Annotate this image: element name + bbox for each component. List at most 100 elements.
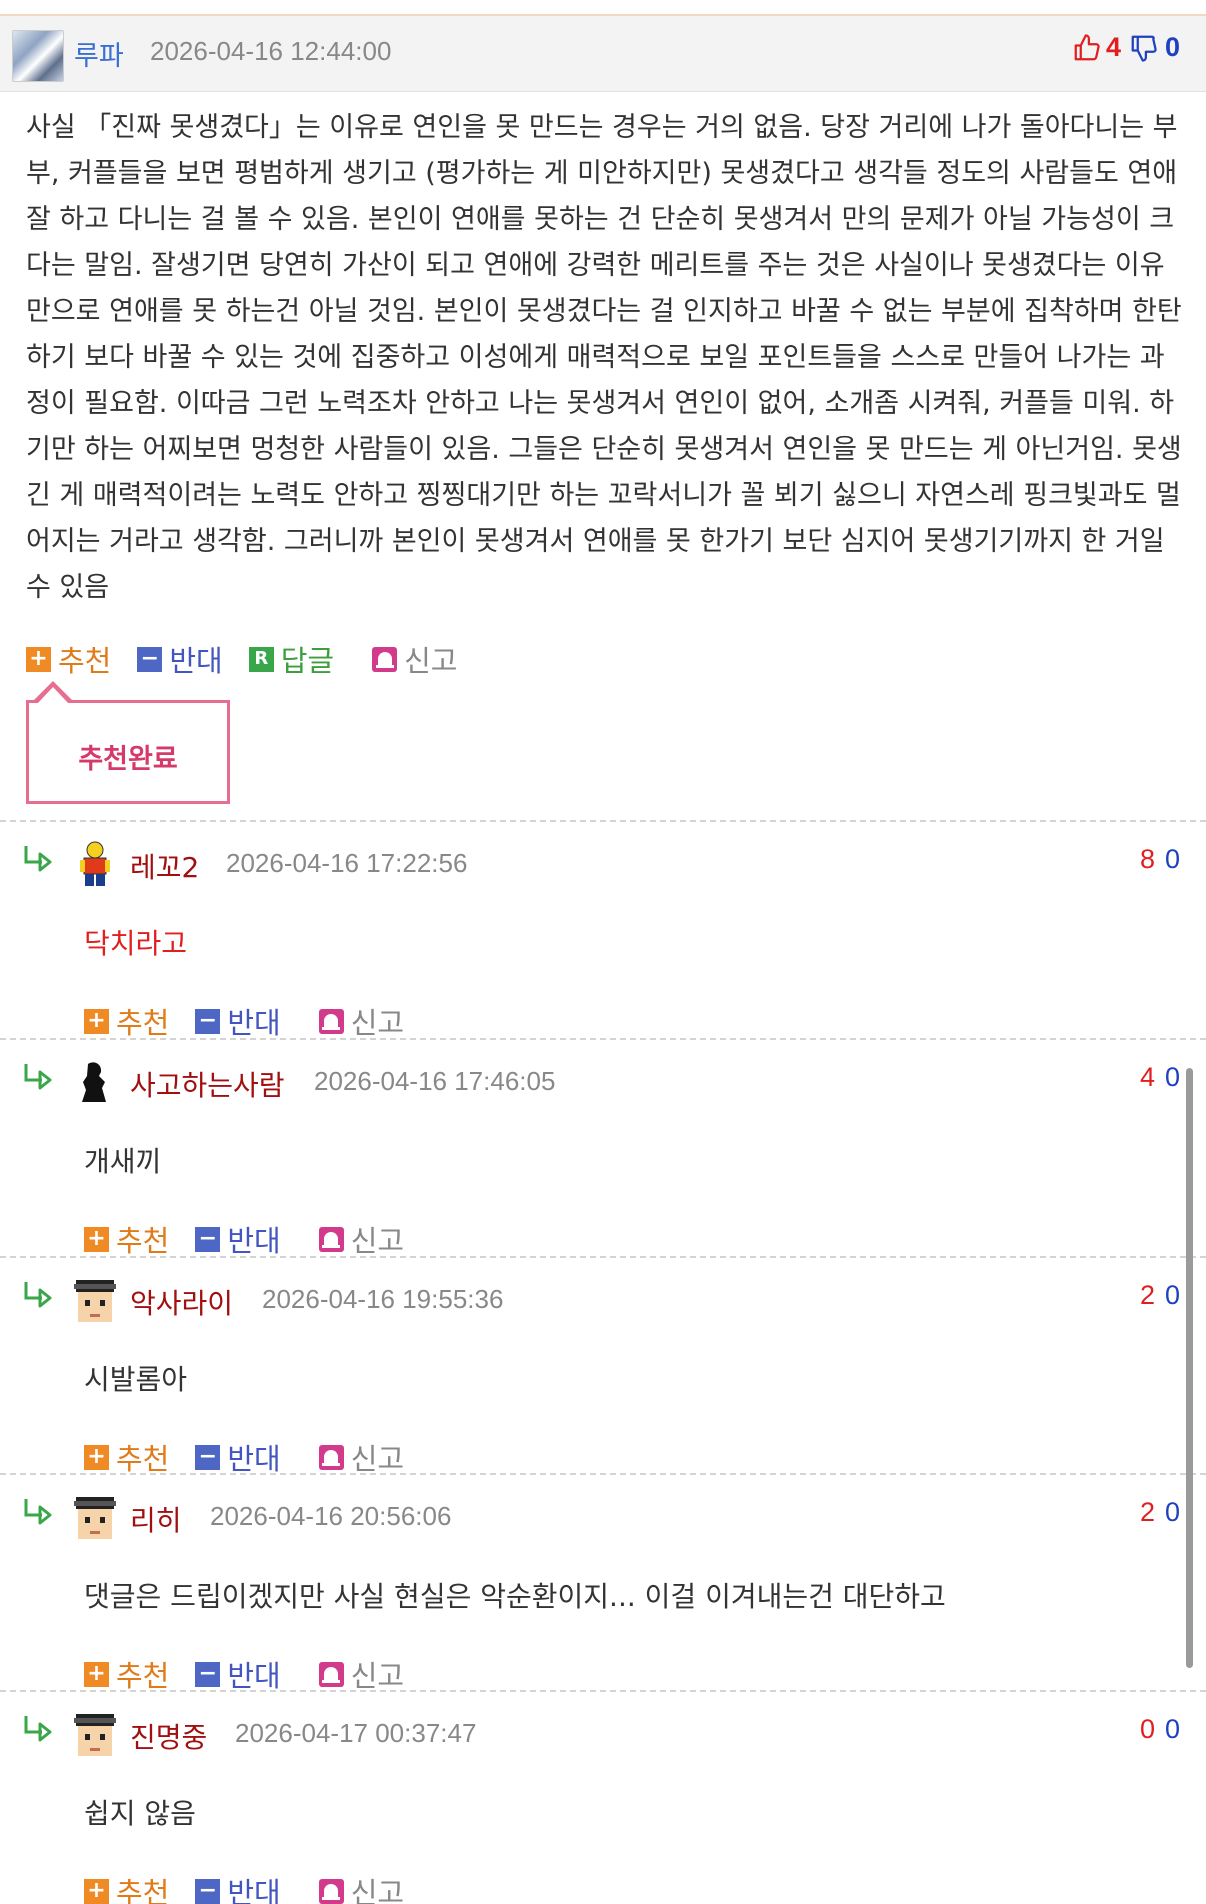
plus-icon: + [84, 1444, 109, 1470]
scrollbar[interactable] [1186, 1068, 1193, 1668]
oppose-label: 반대 [227, 1876, 281, 1904]
comment-author[interactable]: 사고하는사람 [130, 1064, 285, 1104]
recommend-button[interactable]: + 추천 [84, 1218, 169, 1260]
recommend-label: 추천 [116, 1442, 170, 1476]
oppose-button[interactable]: − 반대 [137, 638, 223, 680]
report-label: 신고 [350, 1876, 405, 1904]
comment-votes: 20 [1140, 1497, 1180, 1528]
reply-button[interactable]: R 답글 [248, 638, 335, 680]
thumbs-down-icon[interactable] [1129, 33, 1159, 63]
author-avatar[interactable] [12, 30, 64, 82]
comment-down-count: 0 [1164, 844, 1180, 874]
report-label: 신고 [350, 1659, 405, 1693]
comment-down-count: 0 [1164, 1280, 1180, 1310]
pixel-face-avatar[interactable] [70, 1274, 120, 1324]
recommend-button[interactable]: + 추천 [84, 1000, 169, 1042]
siren-icon [318, 1008, 344, 1034]
report-label: 신고 [350, 1442, 405, 1476]
comment-author[interactable]: 악사라이 [130, 1282, 233, 1322]
minus-icon: − [195, 1661, 221, 1687]
siren-icon [318, 1878, 344, 1904]
report-label: 신고 [350, 1006, 405, 1040]
comment-item: 진명중 2026-04-17 00:37:47 0 0 쉽지 않음 + 추천 − 반대 신고 [0, 1690, 1206, 1904]
report-button[interactable]: 신고 [318, 1436, 405, 1478]
reply-arrow-icon [22, 1280, 56, 1310]
comment-actions: + 추천 − 반대 신고 [84, 1436, 430, 1478]
oppose-label: 반대 [227, 1659, 281, 1693]
comment-author[interactable]: 리히 [130, 1499, 182, 1539]
comment-item: 악사라이 2026-04-16 19:55:36 2 0 시발롬아 + 추천 − 반대 신고 [0, 1256, 1206, 1476]
oppose-button[interactable]: − 반대 [195, 1870, 281, 1904]
report-button[interactable]: 신고 [372, 638, 458, 680]
report-button[interactable]: 신고 [318, 1000, 405, 1042]
plus-icon: + [84, 1226, 109, 1252]
pixel-face-avatar[interactable] [70, 1491, 120, 1541]
report-button[interactable]: 신고 [318, 1870, 405, 1904]
recommend-button[interactable]: + 추천 [84, 1436, 169, 1478]
comment-text: 댓글은 드립이겠지만 사실 현실은 악순환이지... 이걸 이겨내는건 대단하고 [84, 1580, 946, 1613]
comment-item: 사고하는사람 2026-04-16 17:46:05 4 0 개새끼 + 추천 − 반대 신고 [0, 1038, 1206, 1258]
report-button[interactable]: 신고 [318, 1653, 405, 1695]
recommend-label: 추천 [116, 1006, 170, 1040]
reply-label: 답글 [280, 644, 335, 678]
comment-author[interactable]: 레꼬2 [130, 846, 199, 886]
recommend-button[interactable]: + 추천 [26, 638, 111, 680]
minus-icon: − [195, 1878, 221, 1904]
oppose-button[interactable]: − 반대 [195, 1653, 281, 1695]
comment-item: 레꼬2 2026-04-16 17:22:56 8 0 닥치라고 + 추천 − 반대 신고 [0, 820, 1206, 1040]
recommend-button[interactable]: + 추천 [84, 1653, 169, 1695]
thumbs-up-icon[interactable] [1072, 33, 1102, 63]
oppose-button[interactable]: − 반대 [195, 1436, 281, 1478]
plus-icon: + [84, 1878, 109, 1904]
recommend-label: 추천 [116, 1224, 170, 1258]
comment-votes: 40 [1140, 1062, 1180, 1093]
oppose-label: 반대 [227, 1006, 281, 1040]
post-votes: 4 0 [1072, 32, 1180, 63]
oppose-label: 반대 [227, 1224, 281, 1258]
post-body: 사실 「진짜 못생겼다」는 이유로 연인을 못 만드는 경우는 거의 없음. 당… [26, 112, 1182, 603]
reply-arrow-icon [22, 1062, 56, 1092]
comment-item: 리히 2026-04-16 20:56:06 2 0 댓글은 드립이겠지만 사실 현실은… [0, 1473, 1206, 1693]
comment-date: 2026-04-16 20:56:06 [210, 1501, 452, 1531]
comment-actions: + 추천 − 반대 신고 [84, 1000, 430, 1042]
recommend-button[interactable]: + 추천 [84, 1870, 169, 1904]
comment-up-count: 0 [1139, 1714, 1155, 1744]
comment-down-count: 0 [1164, 1497, 1180, 1527]
reply-arrow-icon [22, 1497, 56, 1527]
plus-icon: + [84, 1661, 109, 1687]
reply-arrow-icon [22, 844, 56, 874]
oppose-button[interactable]: − 반대 [195, 1218, 281, 1260]
comment-votes: 80 [1140, 844, 1180, 875]
comment-date: 2026-04-16 17:22:56 [226, 848, 468, 878]
pixel-face-avatar[interactable] [70, 1708, 120, 1758]
minus-icon: − [137, 646, 163, 672]
siren-icon [318, 1444, 344, 1470]
post-header: 루파 2026-04-16 12:44:00 4 0 [0, 16, 1206, 92]
comment-actions: + 추천 − 반대 신고 [84, 1870, 430, 1904]
plus-icon: + [84, 1008, 109, 1034]
post-author[interactable]: 루파 [74, 34, 124, 73]
siren-icon [318, 1661, 344, 1687]
lego-figure-avatar[interactable] [70, 838, 120, 888]
oppose-label: 반대 [227, 1442, 281, 1476]
recommend-label: 추천 [116, 1876, 170, 1904]
siren-icon [372, 646, 398, 672]
oppose-button[interactable]: − 반대 [195, 1000, 281, 1042]
comment-author[interactable]: 진명중 [130, 1716, 207, 1756]
comment-down-count: 0 [1164, 1062, 1180, 1092]
minus-icon: − [195, 1226, 221, 1252]
post-down-count: 0 [1164, 32, 1180, 62]
report-button[interactable]: 신고 [318, 1218, 404, 1260]
recommend-complete-tooltip: 추천완료 [26, 681, 230, 804]
thinker-avatar[interactable] [70, 1056, 120, 1106]
comment-text: 쉽지 않음 [84, 1797, 196, 1830]
post-date: 2026-04-16 12:44:00 [150, 36, 392, 66]
minus-icon: − [195, 1444, 221, 1470]
post-up-count: 4 [1105, 32, 1121, 62]
comment-up-count: 8 [1139, 844, 1155, 874]
comment-actions: + 추천 − 반대 신고 [84, 1653, 430, 1695]
tooltip-text: 추천완료 [78, 744, 178, 775]
recommend-label: 추천 [116, 1659, 170, 1693]
comment-up-count: 4 [1139, 1062, 1155, 1092]
recommend-label: 추천 [58, 644, 112, 678]
